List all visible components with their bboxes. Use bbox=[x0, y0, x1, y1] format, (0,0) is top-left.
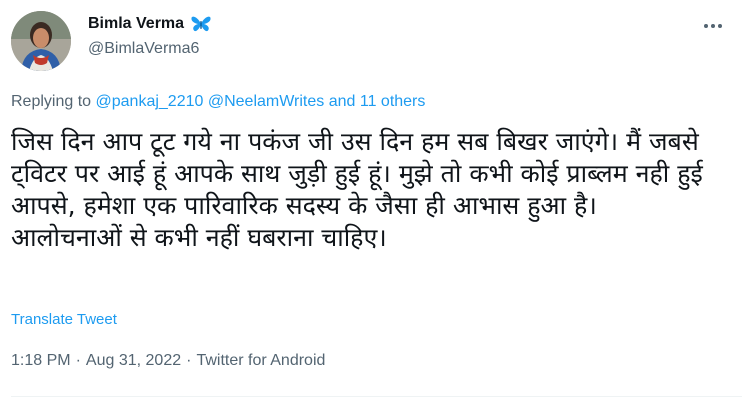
avatar-image bbox=[11, 11, 71, 71]
author-name[interactable]: Bimla Verma bbox=[88, 15, 184, 33]
more-dot bbox=[704, 24, 708, 28]
mention-link[interactable]: @NeelamWrites bbox=[208, 93, 324, 110]
avatar[interactable] bbox=[11, 11, 71, 71]
tweet-date[interactable]: Aug 31, 2022 bbox=[86, 352, 181, 369]
translate-tweet-link[interactable]: Translate Tweet bbox=[11, 311, 117, 328]
more-options-icon[interactable] bbox=[700, 16, 726, 36]
author-handle[interactable]: @BimlaVerma6 bbox=[88, 40, 199, 58]
separator: · bbox=[186, 352, 192, 369]
others-link[interactable]: and 11 others bbox=[329, 93, 426, 110]
more-dot bbox=[711, 24, 715, 28]
separator: · bbox=[75, 352, 81, 369]
author-row: Bimla Verma bbox=[88, 15, 212, 33]
replying-to-label: Replying to bbox=[11, 93, 96, 110]
tweet-metadata: 1:18 PM · Aug 31, 2022 · Twitter for Android bbox=[11, 352, 325, 370]
replying-to: Replying to @pankaj_2210 @NeelamWrites a… bbox=[11, 93, 425, 111]
divider bbox=[11, 396, 742, 397]
tweet-source: Twitter for Android bbox=[196, 352, 326, 369]
tweet-text: जिस दिन आप टूट गये ना पकंज जी उस दिन हम … bbox=[11, 127, 703, 252]
mention-link[interactable]: @pankaj_2210 bbox=[96, 93, 204, 110]
tweet-time[interactable]: 1:18 PM bbox=[11, 352, 71, 369]
butterfly-icon bbox=[190, 15, 212, 33]
more-dot bbox=[718, 24, 722, 28]
tweet: Bimla Verma @BimlaVerma6 Replying to @pa… bbox=[0, 0, 753, 403]
